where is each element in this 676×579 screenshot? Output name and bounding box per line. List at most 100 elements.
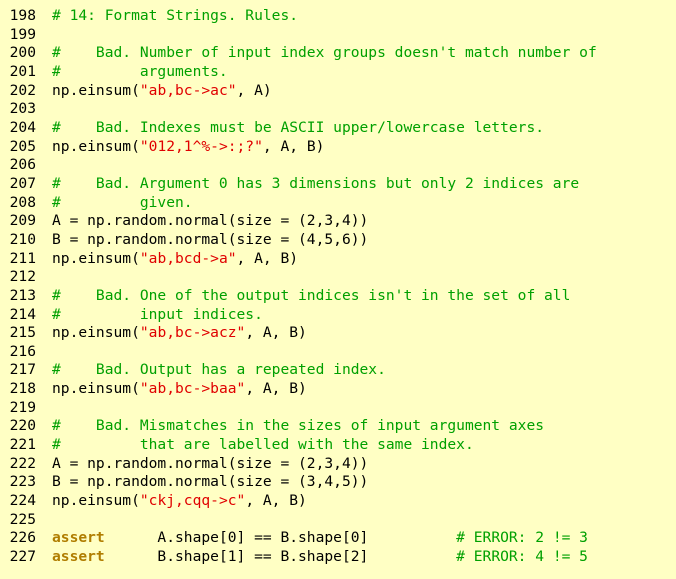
code-line[interactable]: 201 # arguments. xyxy=(0,63,676,82)
line-number: 206 xyxy=(9,156,36,174)
code-line[interactable]: 200 # Bad. Number of input index groups d… xyxy=(0,44,676,63)
string-literal: "ab,bc->acz" xyxy=(139,324,246,342)
code-token: np.einsum( xyxy=(52,380,140,398)
code-line[interactable]: 223 B = np.random.normal(size = (3,4,5)) xyxy=(0,473,676,492)
code-line[interactable]: 211 np.einsum("ab,bcd->a", A, B) xyxy=(0,250,676,269)
code-line[interactable]: 220 # Bad. Mismatches in the sizes of inp… xyxy=(0,417,676,436)
code-token: A.shape[0] == B.shape[0] xyxy=(104,529,457,547)
code-line[interactable]: 227 assert B.shape[1] == B.shape[2] # ERR… xyxy=(0,548,676,567)
code-line[interactable]: 218 np.einsum("ab,bc->baa", A, B) xyxy=(0,380,676,399)
code-line[interactable]: 219 xyxy=(0,399,676,418)
code-token: , A, B) xyxy=(262,137,325,155)
line-number: 222 xyxy=(9,454,36,472)
code-text: # Bad. Indexes must be ASCII upper/lower… xyxy=(52,119,676,138)
code-token: np.einsum( xyxy=(52,492,140,510)
code-token: , A, B) xyxy=(245,492,307,510)
code-text: np.einsum("012,1^%->:;?", A, B) xyxy=(52,138,676,157)
code-editor[interactable]: 198 # 14: Format Strings. Rules. 199 200 # B… xyxy=(0,0,676,579)
code-comment: # given. xyxy=(52,193,193,211)
code-line[interactable]: 222 A = np.random.normal(size = (2,3,4)) xyxy=(0,455,676,474)
code-line[interactable]: 207 # Bad. Argument 0 has 3 dimensions bu… xyxy=(0,175,676,194)
code-text: # Bad. One of the output indices isn't i… xyxy=(52,287,676,306)
line-number: 205 xyxy=(9,137,36,155)
code-text: A = np.random.normal(size = (2,3,4)) xyxy=(52,455,676,474)
line-number: 201 xyxy=(9,62,36,80)
line-number: 203 xyxy=(9,100,36,118)
keyword: assert xyxy=(52,529,105,547)
string-literal: "ab,bc->ac" xyxy=(139,81,237,99)
code-text: # Bad. Number of input index groups does… xyxy=(52,44,676,63)
code-line[interactable]: 198 # 14: Format Strings. Rules. xyxy=(0,7,676,26)
string-literal: "ckj,cqq->c" xyxy=(139,492,246,510)
code-token: , A, B) xyxy=(245,380,307,398)
code-line[interactable]: 210 B = np.random.normal(size = (4,5,6)) xyxy=(0,231,676,250)
line-number: 202 xyxy=(9,81,36,99)
code-line[interactable]: 215 np.einsum("ab,bc->acz", A, B) xyxy=(0,324,676,343)
code-line[interactable]: 204 # Bad. Indexes must be ASCII upper/lo… xyxy=(0,119,676,138)
code-line[interactable]: 206 xyxy=(0,156,676,175)
line-number: 213 xyxy=(9,286,36,304)
code-text: np.einsum("ab,bc->acz", A, B) xyxy=(52,324,676,343)
line-number: 223 xyxy=(9,473,36,491)
code-line[interactable]: 216 xyxy=(0,343,676,362)
code-comment: # arguments. xyxy=(52,62,228,80)
code-line[interactable]: 209 A = np.random.normal(size = (2,3,4)) xyxy=(0,212,676,231)
code-text: # 14: Format Strings. Rules. xyxy=(52,7,676,26)
line-number: 224 xyxy=(9,492,36,510)
code-token: , A, B) xyxy=(236,249,299,267)
code-comment: # Bad. Mismatches in the sizes of input … xyxy=(52,417,545,435)
code-line[interactable]: 225 xyxy=(0,511,676,530)
line-number: 207 xyxy=(9,174,36,192)
code-line[interactable]: 214 # input indices. xyxy=(0,306,676,325)
string-literal: "ab,bc->baa" xyxy=(139,380,246,398)
code-comment: # Bad. Indexes must be ASCII upper/lower… xyxy=(52,118,545,136)
line-number: 216 xyxy=(9,342,36,360)
line-number: 210 xyxy=(9,230,36,248)
code-line[interactable]: 226 assert A.shape[0] == B.shape[0] # ERR… xyxy=(0,529,676,548)
code-comment: # ERROR: 2 != 3 xyxy=(456,529,588,547)
string-literal: "012,1^%->:;?" xyxy=(139,137,263,155)
line-number: 208 xyxy=(9,193,36,211)
line-number: 211 xyxy=(9,249,36,267)
line-number: 209 xyxy=(9,212,36,230)
code-line[interactable]: 199 xyxy=(0,26,676,45)
code-line[interactable]: 221 # that are labelled with the same ind… xyxy=(0,436,676,455)
line-number: 199 xyxy=(9,25,36,43)
code-token: A = np.random.normal(size = (2,3,4)) xyxy=(52,212,369,230)
code-line[interactable]: 212 xyxy=(0,268,676,287)
code-text: # Bad. Output has a repeated index. xyxy=(52,361,676,380)
code-text: # that are labelled with the same index. xyxy=(52,436,676,455)
line-number: 225 xyxy=(9,510,36,528)
line-number: 214 xyxy=(9,305,36,323)
code-line[interactable]: 217 # Bad. Output has a repeated index. xyxy=(0,361,676,380)
code-token: , A, B) xyxy=(245,324,307,342)
code-token: A = np.random.normal(size = (2,3,4)) xyxy=(52,454,369,472)
code-comment: # Bad. Number of input index groups does… xyxy=(52,44,597,62)
code-token: np.einsum( xyxy=(52,249,140,267)
line-number: 219 xyxy=(9,398,36,416)
code-comment: # 14: Format Strings. Rules. xyxy=(52,7,299,24)
code-line[interactable]: 205 np.einsum("012,1^%->:;?", A, B) xyxy=(0,138,676,157)
line-number: 212 xyxy=(9,268,36,286)
code-text: B = np.random.normal(size = (4,5,6)) xyxy=(52,231,676,250)
code-line[interactable]: 213 # Bad. One of the output indices isn'… xyxy=(0,287,676,306)
code-line[interactable]: 224 np.einsum("ckj,cqq->c", A, B) xyxy=(0,492,676,511)
code-line[interactable]: 203 xyxy=(0,100,676,119)
code-text: assert B.shape[1] == B.shape[2] # ERROR:… xyxy=(52,548,676,567)
code-comment: # Bad. Output has a repeated index. xyxy=(52,361,386,379)
code-text: assert A.shape[0] == B.shape[0] # ERROR:… xyxy=(52,529,676,548)
code-text: # given. xyxy=(52,194,676,213)
code-token: np.einsum( xyxy=(52,324,140,342)
code-text: # Bad. Argument 0 has 3 dimensions but o… xyxy=(52,175,676,194)
code-token: , A) xyxy=(236,81,272,99)
code-line[interactable]: 202 np.einsum("ab,bc->ac", A) xyxy=(0,82,676,101)
code-line[interactable]: 208 # given. xyxy=(0,194,676,213)
line-number: 226 xyxy=(9,529,36,547)
code-text: # Bad. Mismatches in the sizes of input … xyxy=(52,417,676,436)
code-token: B = np.random.normal(size = (3,4,5)) xyxy=(52,473,369,491)
